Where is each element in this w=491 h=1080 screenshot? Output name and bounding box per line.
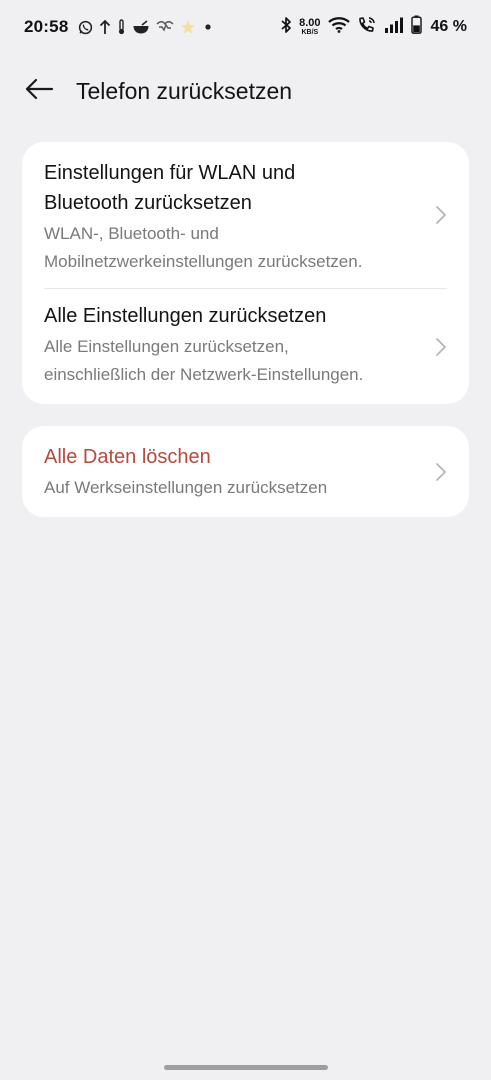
back-button[interactable]: [19, 71, 59, 111]
chevron-right-icon: [435, 205, 447, 225]
chevron-right-icon: [435, 337, 447, 357]
network-speed-value: 8.00: [299, 17, 321, 29]
wifi-icon: [327, 16, 350, 38]
upload-arrow-icon: [99, 19, 111, 35]
wifi-calling-icon: [357, 16, 377, 39]
home-indicator[interactable]: [163, 1065, 328, 1070]
reset-all-settings-subtitle: Alle Einstellungen zurücksetzen, einschl…: [44, 333, 417, 389]
network-speed: 8.00 KB/S: [299, 17, 321, 37]
reset-wlan-bluetooth-item[interactable]: Einstellungen für WLAN und Bluetooth zur…: [22, 142, 469, 288]
thermometer-icon: [117, 19, 126, 35]
heart-rate-icon: [156, 20, 174, 34]
erase-data-card: Alle Daten löschen Auf Werkseinstellunge…: [22, 426, 469, 517]
bowl-icon: [132, 19, 150, 35]
page-title: Telefon zurücksetzen: [76, 77, 293, 104]
reset-all-settings-title: Alle Einstellungen zurücksetzen: [44, 305, 327, 327]
reset-wlan-bluetooth-title-line2: Bluetooth zurücksetzen: [44, 192, 252, 214]
reset-wlan-bluetooth-subtitle-line1: WLAN-, Bluetooth- und: [44, 224, 219, 243]
reset-all-settings-item[interactable]: Alle Einstellungen zurücksetzen Alle Ein…: [22, 289, 469, 405]
system-icons: 8.00 KB/S 46 %: [280, 15, 467, 39]
reset-all-settings-subtitle-line2: einschließlich der Netzwerk-Einstellunge…: [44, 365, 364, 384]
battery-icon: [410, 15, 422, 39]
status-time: 20:58: [24, 17, 69, 36]
notification-icons: [78, 19, 214, 35]
status-bar: 20:58 8.00 KB/S 46 %: [0, 0, 491, 54]
star-icon: [180, 19, 196, 35]
bluetooth-icon: [280, 16, 292, 39]
erase-all-data-subtitle: Auf Werkseinstellungen zurücksetzen: [44, 478, 328, 497]
dot-icon: [202, 21, 214, 33]
reset-settings-card: Einstellungen für WLAN und Bluetooth zur…: [22, 142, 469, 404]
chevron-right-icon: [435, 462, 447, 482]
reset-wlan-bluetooth-title: Einstellungen für WLAN und Bluetooth zur…: [44, 158, 417, 218]
erase-all-data-title: Alle Daten löschen: [44, 446, 211, 468]
reset-wlan-bluetooth-subtitle-line2: Mobilnetzwerkeinstellungen zurücksetzen.: [44, 252, 363, 271]
back-arrow-icon: [24, 78, 54, 105]
signal-icon: [384, 17, 404, 38]
battery-percent: 46 %: [430, 18, 467, 35]
header: Telefon zurücksetzen: [0, 62, 491, 120]
reset-wlan-bluetooth-title-line1: Einstellungen für WLAN und: [44, 162, 296, 184]
whatsapp-icon: [78, 20, 93, 35]
reset-all-settings-subtitle-line1: Alle Einstellungen zurücksetzen,: [44, 337, 289, 356]
reset-wlan-bluetooth-subtitle: WLAN-, Bluetooth- und Mobilnetzwerkeinst…: [44, 220, 417, 276]
erase-all-data-item[interactable]: Alle Daten löschen Auf Werkseinstellunge…: [22, 426, 469, 517]
network-speed-unit: KB/S: [301, 29, 319, 36]
